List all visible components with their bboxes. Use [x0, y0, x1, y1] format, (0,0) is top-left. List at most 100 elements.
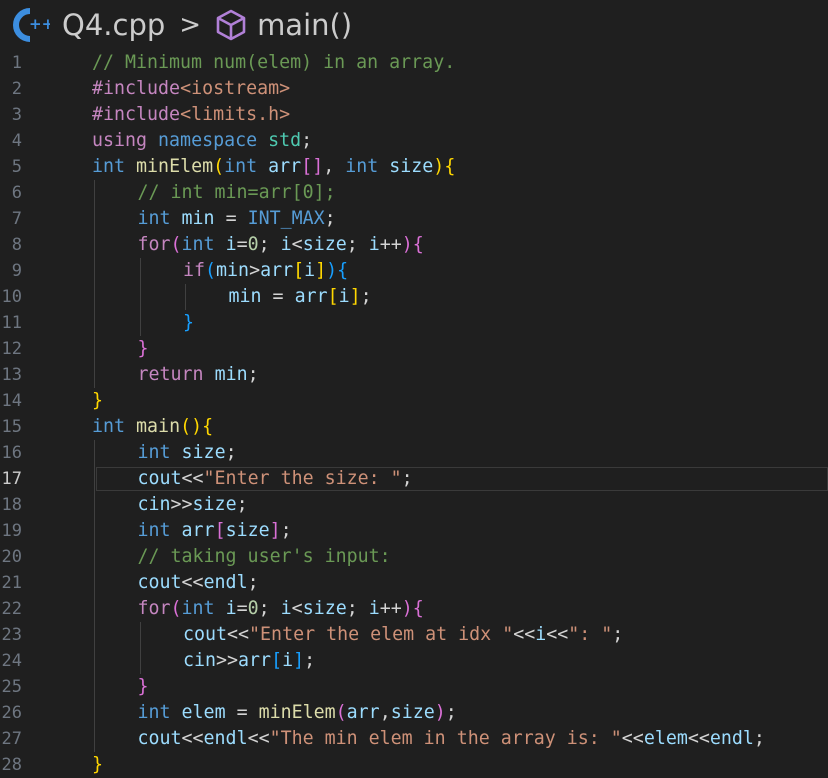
- code-token: [: [214, 520, 226, 541]
- line-number: 16: [1, 443, 22, 463]
- code-text: for(int i=0; i<size; i++){: [138, 232, 424, 258]
- code-token: =: [261, 286, 295, 307]
- line-number: 2: [11, 79, 22, 99]
- line-number: 26: [1, 703, 22, 723]
- code-token: =: [214, 208, 248, 229]
- cpp-file-icon: ++: [10, 5, 50, 45]
- code-text: #include<iostream>: [92, 76, 290, 102]
- code-line[interactable]: 3 #include<limits.h>: [0, 102, 828, 128]
- indent-guide: [139, 622, 141, 648]
- line-number: 24: [1, 651, 22, 671]
- code-line[interactable]: 27 cout<<endl<<"The min elem in the array…: [0, 726, 828, 752]
- code-line[interactable]: 24 cin>>arr[i];: [0, 648, 828, 674]
- code-token: ): [434, 702, 446, 723]
- code-token: {: [444, 156, 456, 177]
- breadcrumb: ++ Q4.cpp > main(): [0, 0, 828, 50]
- code-token: elem: [643, 728, 688, 749]
- code-line[interactable]: 28}: [0, 752, 828, 778]
- code-line[interactable]: 2 #include<iostream>: [0, 76, 828, 102]
- code-token: endl: [709, 728, 754, 749]
- code-line[interactable]: 21 cout<<endl;: [0, 570, 828, 596]
- code-text: using namespace std;: [92, 128, 312, 154]
- indent-guide: [94, 674, 95, 700]
- code-line[interactable]: 17 cout<<"Enter the size: ";: [0, 466, 828, 492]
- code-token: i: [280, 234, 292, 255]
- code-line[interactable]: 8 for(int i=0; i<size; i++){: [0, 232, 828, 258]
- code-token: ]: [315, 260, 327, 281]
- line-number: 9: [11, 261, 22, 281]
- code-line[interactable]: 12}: [0, 336, 828, 362]
- indent-guide: [94, 258, 95, 284]
- code-line[interactable]: 18 cin>>size;: [0, 492, 828, 518]
- code-token: min: [181, 208, 215, 229]
- code-token: i: [304, 260, 316, 281]
- code-line[interactable]: 14}: [0, 388, 828, 414]
- code-token: ++: [379, 234, 402, 255]
- svg-text:++: ++: [29, 15, 50, 33]
- code-token: ;: [360, 286, 372, 307]
- code-text: if(min>arr[i]){: [183, 258, 348, 284]
- code-editor[interactable]: 1 // Minimum num(elem) in an array. 2 #incl…: [0, 50, 828, 775]
- code-line[interactable]: 1 // Minimum num(elem) in an array.: [0, 50, 828, 76]
- code-token: arr: [260, 260, 294, 281]
- code-line[interactable]: 5 int minElem(int arr[], int size){: [0, 154, 828, 180]
- code-token: int: [181, 234, 215, 255]
- code-line[interactable]: 19 int arr[size];: [0, 518, 828, 544]
- indent-guide: [94, 570, 95, 596]
- code-text: }: [92, 752, 103, 778]
- code-line[interactable]: 23 cout<<"Enter the elem at idx "<<i<<": …: [0, 622, 828, 648]
- line-number: 17: [1, 469, 22, 489]
- code-line[interactable]: 7 int min = INT_MAX;: [0, 206, 828, 232]
- code-token: min: [214, 364, 248, 385]
- code-text: }: [92, 388, 103, 414]
- code-token: }: [183, 312, 195, 333]
- code-token: "Enter the size: ": [203, 468, 402, 489]
- code-line[interactable]: 11}: [0, 310, 828, 336]
- code-token: arr: [268, 156, 302, 177]
- code-line[interactable]: 9 if(min>arr[i]){: [0, 258, 828, 284]
- code-token: minElem: [258, 702, 336, 723]
- breadcrumb-file[interactable]: Q4.cpp: [62, 8, 165, 42]
- indent-guide: [185, 284, 186, 310]
- code-token: ): [433, 156, 445, 177]
- code-token: (: [170, 598, 182, 619]
- code-token: cout: [137, 728, 182, 749]
- indent-guide: [94, 596, 95, 622]
- code-line[interactable]: 4 using namespace std;: [0, 128, 828, 154]
- code-line[interactable]: 26 int elem = minElem(arr,size);: [0, 700, 828, 726]
- code-token: size: [302, 598, 347, 619]
- code-line[interactable]: 22 for(int i=0; i<size; i++){: [0, 596, 828, 622]
- code-line[interactable]: 15 int main(){: [0, 414, 828, 440]
- line-number: 11: [1, 313, 22, 333]
- code-token: namespace: [158, 130, 258, 151]
- code-token: endl: [203, 572, 248, 593]
- code-token: >: [249, 260, 261, 281]
- code-line[interactable]: 10 min = arr[i];: [0, 284, 828, 310]
- indent-guide: [94, 232, 95, 258]
- line-number: 10: [1, 287, 22, 307]
- breadcrumb-symbol[interactable]: main(): [257, 8, 352, 42]
- code-line[interactable]: 6 // int min=arr[0];: [0, 180, 828, 206]
- code-line[interactable]: 16 int size;: [0, 440, 828, 466]
- code-line[interactable]: 20 // taking user's input:: [0, 544, 828, 570]
- code-token: i: [280, 598, 292, 619]
- indent-guide: [139, 648, 141, 674]
- code-text: #include<limits.h>: [92, 102, 290, 128]
- line-number: 13: [1, 365, 22, 385]
- code-token: size: [225, 520, 270, 541]
- code-token: [: [327, 286, 339, 307]
- code-token: ,: [323, 156, 346, 177]
- code-text: return min;: [138, 362, 259, 388]
- code-token: i: [225, 234, 237, 255]
- line-number: 22: [1, 599, 22, 619]
- code-token: size: [390, 702, 435, 723]
- code-line[interactable]: 25}: [0, 674, 828, 700]
- code-token: minElem: [136, 156, 214, 177]
- code-text: // int min=arr[0];: [138, 180, 336, 206]
- code-line[interactable]: 13 return min;: [0, 362, 828, 388]
- code-token: min: [216, 260, 250, 281]
